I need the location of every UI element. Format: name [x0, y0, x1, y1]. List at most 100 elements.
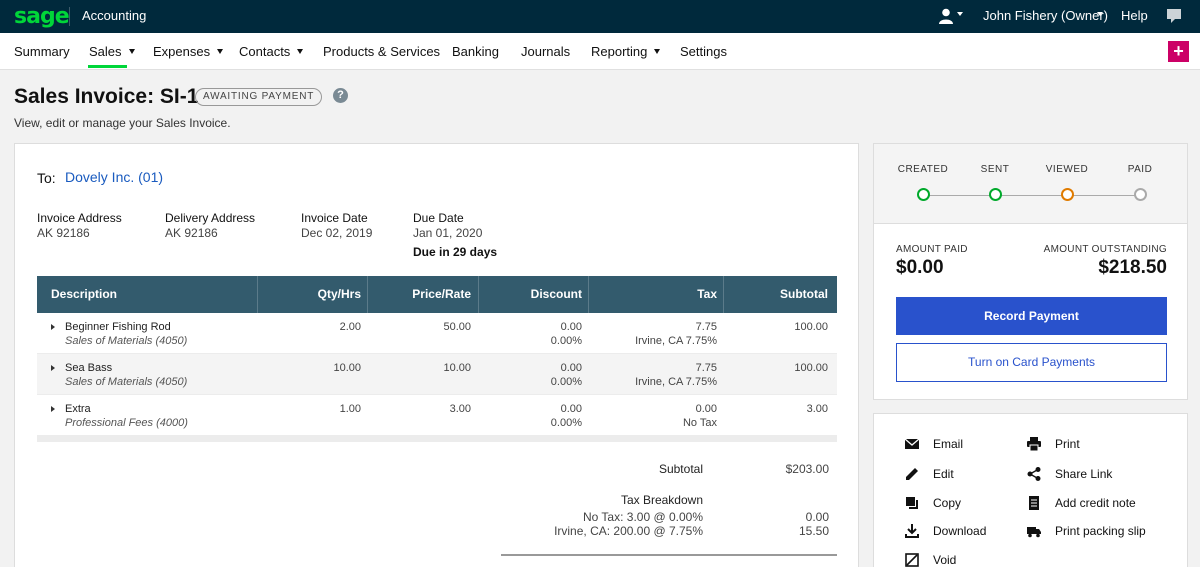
subtotal-label: Subtotal [658, 462, 703, 476]
description-cell: Sea Bass Sales of Materials (4050) [65, 361, 187, 389]
expand-row-icon[interactable] [51, 324, 55, 330]
invoice-address-value: AK 92186 [37, 226, 90, 240]
expand-row-icon[interactable] [51, 365, 55, 371]
nav-contacts[interactable]: Contacts [239, 44, 304, 59]
chat-icon[interactable] [1166, 8, 1182, 24]
truck-icon [1027, 527, 1041, 538]
due-in-text: Due in 29 days [413, 245, 498, 259]
nav-label: Contacts [239, 44, 291, 59]
add-new-button[interactable]: + [1168, 41, 1189, 62]
chevron-down-icon [217, 49, 224, 54]
discount-percent: 0.00% [550, 376, 582, 388]
invoice-address-label: Invoice Address [37, 211, 122, 225]
tax-cell: 0.00 No Tax [588, 402, 717, 430]
tax-rate-name: No Tax [682, 417, 717, 429]
timeline-label-viewed: VIEWED [1045, 164, 1089, 175]
customer-link[interactable]: Dovely Inc. (01) [65, 169, 163, 185]
user-name-chevron-icon[interactable] [1097, 12, 1103, 16]
copy-icon [906, 497, 918, 509]
timeline-dot-sent [989, 188, 1002, 201]
card-payments-button[interactable]: Turn on Card Payments [896, 343, 1167, 382]
record-payment-button[interactable]: Record Payment [896, 297, 1167, 335]
discount-percent: 0.00% [550, 335, 582, 347]
tax-rate-name: Irvine, CA 7.75% [635, 335, 717, 347]
subtotal-cell: 3.00 [806, 403, 828, 415]
nav-sales[interactable]: Sales [89, 44, 135, 59]
table-header: Description Qty/Hrs Price/Rate Discount … [37, 276, 837, 313]
chevron-down-icon [128, 49, 135, 54]
delivery-address-value: AK 92186 [165, 226, 218, 240]
payment-status-card: CREATED SENT VIEWED PAID AMOUNT PAID $0.… [873, 143, 1188, 400]
tax-breakdown-label: Tax Breakdown [620, 493, 703, 507]
top-bar: sage Accounting John Fishery (Owner) Hel… [0, 0, 1200, 33]
nav-journals[interactable]: Journals [521, 44, 570, 59]
email-icon [905, 438, 919, 449]
discount-amount: 0.00 [560, 362, 582, 374]
delivery-address-label: Delivery Address [165, 211, 256, 225]
table-row[interactable]: Sea Bass Sales of Materials (4050) 10.00… [37, 354, 837, 395]
help-link[interactable]: Help [1121, 8, 1148, 23]
tax-cell: 7.75 Irvine, CA 7.75% [588, 320, 717, 348]
nav-products-services[interactable]: Products & Services [323, 44, 440, 59]
status-timeline: CREATED SENT VIEWED PAID [874, 144, 1187, 224]
nav-expenses[interactable]: Expenses [153, 44, 224, 59]
logo-divider [69, 7, 70, 26]
tax-amount: 0.00 [695, 403, 717, 415]
tax-line-value: 15.50 [798, 524, 829, 538]
timeline-label-created: CREATED [897, 164, 949, 175]
tax-amount: 7.75 [695, 362, 717, 374]
timeline-dot-viewed [1061, 188, 1074, 201]
table-row[interactable]: Beginner Fishing Rod Sales of Materials … [37, 313, 837, 354]
nav-label: Settings [680, 44, 727, 59]
add-credit-note-label: Add credit note [1055, 496, 1136, 510]
amount-paid-value: $0.00 [896, 257, 944, 278]
expand-row-icon[interactable] [51, 406, 55, 412]
print-packing-slip-label: Print packing slip [1055, 524, 1146, 538]
app-name: Accounting [82, 8, 147, 23]
email-label: Email [933, 437, 964, 451]
active-nav-indicator [88, 65, 127, 68]
credit-note-icon [1029, 496, 1039, 510]
user-icon[interactable] [939, 8, 953, 24]
column-header-price: Price/Rate [412, 287, 471, 301]
amount-paid-label: AMOUNT PAID [896, 244, 968, 255]
column-header-tax: Tax [697, 287, 717, 301]
page-subtitle: View, edit or manage your Sales Invoice. [14, 116, 231, 130]
nav-summary[interactable]: Summary [14, 44, 70, 59]
nav-reporting[interactable]: Reporting [591, 44, 661, 59]
nav-label: Banking [452, 44, 499, 59]
print-label: Print [1055, 437, 1080, 451]
description-cell: Beginner Fishing Rod Sales of Materials … [65, 320, 187, 348]
amount-outstanding-label: AMOUNT OUTSTANDING [1043, 244, 1167, 255]
help-icon[interactable]: ? [333, 88, 348, 103]
timeline-track [929, 195, 1140, 196]
nav-banking[interactable]: Banking [452, 44, 499, 59]
share-icon [1027, 467, 1041, 481]
due-date-value: Jan 01, 2020 [413, 226, 483, 240]
column-header-description: Description [51, 287, 118, 301]
user-name-menu[interactable]: John Fishery (Owner) [983, 8, 1108, 23]
nav-settings[interactable]: Settings [680, 44, 727, 59]
qty-cell: 2.00 [339, 321, 361, 333]
price-cell: 10.00 [443, 362, 471, 374]
pencil-icon [906, 468, 918, 480]
tax-cell: 7.75 Irvine, CA 7.75% [588, 361, 717, 389]
timeline-dot-paid [1134, 188, 1147, 201]
column-header-discount: Discount [530, 287, 582, 301]
sage-logo[interactable]: sage [14, 4, 70, 29]
timeline-label-sent: SENT [980, 164, 1010, 175]
tax-line-value: 0.00 [805, 510, 829, 524]
nav-label: Summary [14, 44, 70, 59]
invoice-actions-card: Email Print Edit Share Link Copy Add cre… [873, 413, 1188, 567]
user-menu-chevron-icon[interactable] [957, 12, 963, 16]
tax-line-label: Irvine, CA: 200.00 @ 7.75% [554, 524, 703, 538]
ledger-account: Professional Fees (4000) [65, 417, 188, 429]
ledger-account: Sales of Materials (4050) [65, 376, 188, 388]
column-header-qty: Qty/Hrs [317, 287, 361, 301]
table-row[interactable]: Extra Professional Fees (4000) 1.00 3.00… [37, 395, 837, 436]
share-link-label: Share Link [1055, 467, 1113, 481]
due-date-label: Due Date [413, 211, 464, 225]
chevron-down-icon [654, 49, 661, 54]
price-cell: 50.00 [443, 321, 471, 333]
description-cell: Extra Professional Fees (4000) [65, 402, 188, 430]
